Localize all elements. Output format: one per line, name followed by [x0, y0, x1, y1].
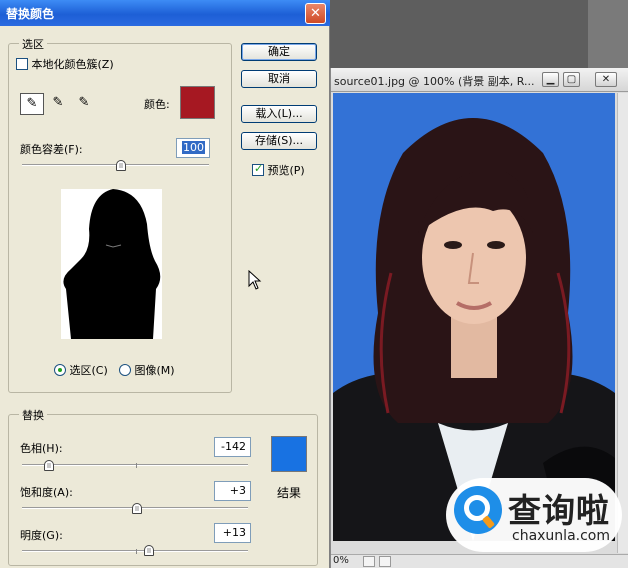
- dialog-title: 替换颜色: [6, 7, 55, 21]
- close-icon: ✕: [601, 74, 611, 85]
- watermark: 查询啦 chaxunla.com: [446, 478, 622, 552]
- watermark-url: chaxunla.com: [512, 528, 610, 544]
- document-title: source01.jpg @ 100% (背景 副本, R...: [334, 75, 535, 88]
- selection-mask-image: [61, 189, 162, 339]
- selection-preview[interactable]: [61, 189, 162, 339]
- result-label: 结果: [277, 486, 302, 500]
- minimize-icon: ▁: [546, 74, 555, 85]
- portrait-image: [333, 93, 615, 541]
- selection-group-label: 选区: [19, 36, 47, 52]
- lightness-slider-track[interactable]: [22, 550, 248, 552]
- mode-image-radio[interactable]: [119, 364, 131, 376]
- preview-option[interactable]: 预览(P): [252, 162, 305, 178]
- color-label: 颜色:: [144, 98, 170, 111]
- vertical-scrollbar[interactable]: [617, 93, 628, 553]
- eyedropper-subtract-tool[interactable]: ✎: [72, 93, 96, 115]
- localized-clusters-option[interactable]: 本地化颜色簇(Z): [16, 56, 114, 72]
- document-titlebar[interactable]: source01.jpg @ 100% (背景 副本, R... ▁ ▢ ✕: [331, 68, 628, 92]
- eyedropper-add-tool[interactable]: ✎: [46, 93, 70, 115]
- fuzziness-label: 颜色容差(F):: [20, 143, 83, 156]
- eyedropper-tool[interactable]: ✎: [20, 93, 44, 115]
- hue-input[interactable]: -142: [214, 437, 251, 457]
- dialog-close-button[interactable]: ✕: [305, 3, 326, 24]
- eyedropper-icon: ✎: [26, 96, 38, 111]
- mode-selection-option[interactable]: 选区(C): [54, 362, 108, 378]
- hue-label: 色相(H):: [20, 442, 63, 455]
- minimize-button[interactable]: ▁: [542, 72, 559, 87]
- mode-selection-radio[interactable]: [54, 364, 66, 376]
- close-document-button[interactable]: ✕: [595, 72, 617, 87]
- status-bar: 0%: [331, 554, 628, 568]
- search-logo-icon: [454, 486, 502, 534]
- cancel-button[interactable]: 取消: [241, 70, 317, 88]
- lightness-label: 明度(G):: [20, 529, 63, 542]
- lightness-input[interactable]: +13: [214, 523, 251, 543]
- eyedropper-plus-icon: ✎: [52, 95, 64, 110]
- dialog-titlebar[interactable]: 替换颜色 ✕: [0, 0, 330, 26]
- mode-image-label: 图像(M): [134, 364, 175, 377]
- localized-clusters-checkbox[interactable]: [16, 58, 28, 70]
- localized-clusters-label: 本地化颜色簇(Z): [31, 58, 114, 71]
- save-button[interactable]: 存储(S)...: [241, 132, 317, 150]
- lightness-slider-tick: [136, 549, 137, 554]
- result-color-swatch[interactable]: [271, 436, 307, 472]
- preview-checkbox[interactable]: [252, 162, 264, 176]
- mouse-cursor-icon: [248, 270, 262, 290]
- mode-image-option[interactable]: 图像(M): [119, 362, 175, 378]
- hue-slider-track[interactable]: [22, 464, 248, 466]
- watermark-text: 查询啦: [508, 491, 610, 530]
- selection-color-swatch[interactable]: [180, 86, 215, 119]
- status-nav-button[interactable]: [363, 556, 375, 567]
- saturation-slider-thumb[interactable]: [132, 503, 143, 514]
- maximize-button[interactable]: ▢: [563, 72, 580, 87]
- hue-slider-tick: [136, 463, 137, 468]
- mode-selection-label: 选区(C): [69, 364, 108, 377]
- fuzziness-slider-thumb[interactable]: [116, 160, 127, 171]
- fuzziness-input[interactable]: 100: [176, 138, 210, 158]
- preview-label: 预览(P): [267, 164, 305, 177]
- close-icon: ✕: [310, 6, 321, 21]
- saturation-input[interactable]: +3: [214, 481, 251, 501]
- hue-slider-thumb[interactable]: [44, 460, 55, 471]
- maximize-icon: ▢: [566, 74, 577, 85]
- fuzziness-value: 100: [182, 141, 205, 154]
- workspace-strip: [330, 0, 628, 68]
- ok-button[interactable]: 确定: [241, 43, 317, 61]
- replace-color-dialog: 替换颜色 ✕ 选区 本地化颜色簇(Z) ✎ ✎ ✎ 颜色: 颜色容差(F): 1…: [0, 0, 330, 568]
- status-nav-button-2[interactable]: [379, 556, 391, 567]
- eyedropper-minus-icon: ✎: [78, 95, 90, 110]
- replacement-group-label: 替换: [19, 407, 47, 423]
- saturation-label: 饱和度(A):: [20, 486, 73, 499]
- document-photo[interactable]: [333, 93, 615, 541]
- load-button[interactable]: 载入(L)...: [241, 105, 317, 123]
- zoom-readout: 0%: [333, 555, 349, 566]
- lightness-slider-thumb[interactable]: [143, 545, 154, 556]
